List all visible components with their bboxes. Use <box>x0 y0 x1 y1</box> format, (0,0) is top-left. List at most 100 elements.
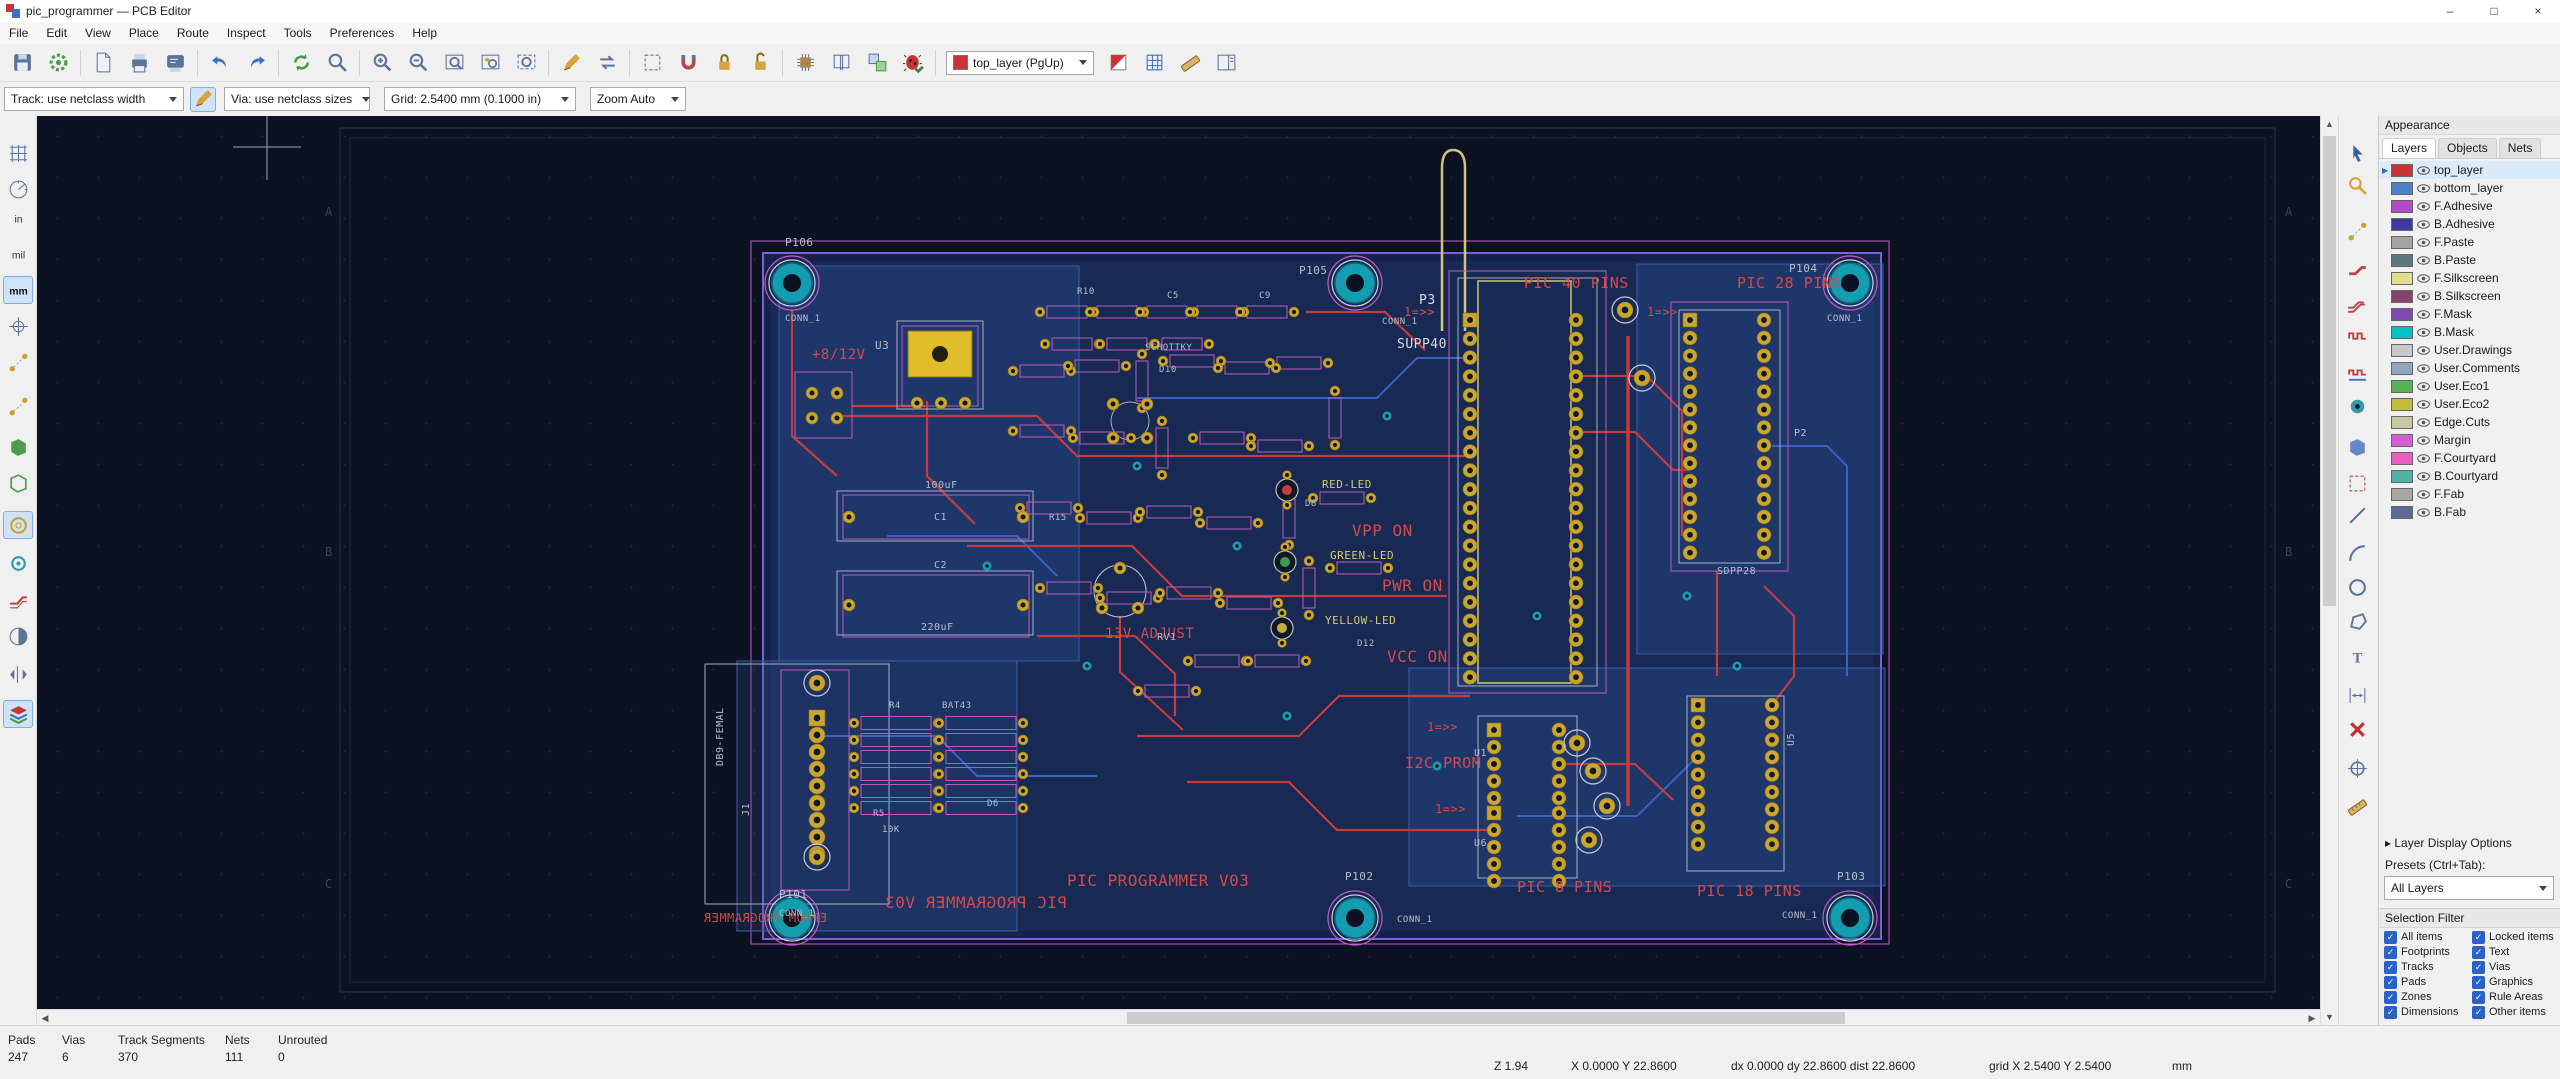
route-tracks-tool[interactable] <box>2342 253 2372 281</box>
layer-row-F.Courtyard[interactable]: F.Courtyard <box>2379 449 2560 467</box>
high-contrast-toggle[interactable] <box>3 622 33 650</box>
filter-dimensions[interactable]: ✓Dimensions <box>2384 1006 2472 1018</box>
close-button[interactable]: × <box>2516 0 2560 22</box>
checkbox[interactable]: ✓ <box>2384 946 2397 959</box>
layer-display-options[interactable]: ▸ Layer Display Options <box>2385 836 2512 850</box>
layer-color-swatch[interactable] <box>2391 488 2413 501</box>
layer-color-swatch[interactable] <box>2391 452 2413 465</box>
filter-locked-items[interactable]: ✓Locked items <box>2472 931 2560 943</box>
refresh-button[interactable] <box>284 47 318 79</box>
visibility-eye-icon[interactable] <box>2417 200 2430 213</box>
units-mils[interactable]: mil <box>3 240 33 268</box>
checkbox[interactable]: ✓ <box>2384 976 2397 989</box>
layer-color-swatch[interactable] <box>2391 164 2413 177</box>
layer-color-swatch[interactable] <box>1101 47 1135 79</box>
presets-dropdown[interactable]: All Layers <box>2384 876 2554 900</box>
checkbox[interactable]: ✓ <box>2472 931 2485 944</box>
checkbox[interactable]: ✓ <box>2472 976 2485 989</box>
zone-outline-mode[interactable] <box>3 469 33 497</box>
layer-row-F.Adhesive[interactable]: F.Adhesive <box>2379 197 2560 215</box>
visibility-eye-icon[interactable] <box>2417 308 2430 321</box>
unlock-button[interactable] <box>743 47 777 79</box>
layer-color-swatch[interactable] <box>2391 272 2413 285</box>
layer-color-swatch[interactable] <box>2391 344 2413 357</box>
grid-settings-button[interactable] <box>1137 47 1171 79</box>
panels-toggle-button[interactable] <box>1209 47 1243 79</box>
visibility-eye-icon[interactable] <box>2417 452 2430 465</box>
visibility-eye-icon[interactable] <box>2417 218 2430 231</box>
filter-pads[interactable]: ✓Pads <box>2384 976 2472 988</box>
draw-arc-tool[interactable] <box>2342 539 2372 567</box>
layer-row-User.Eco2[interactable]: User.Eco2 <box>2379 395 2560 413</box>
measure-ruler-button[interactable] <box>1173 47 1207 79</box>
layer-color-swatch[interactable] <box>2391 290 2413 303</box>
visibility-eye-icon[interactable] <box>2417 344 2430 357</box>
layer-row-B.Fab[interactable]: B.Fab <box>2379 503 2560 521</box>
filter-tracks[interactable]: ✓Tracks <box>2384 961 2472 973</box>
redo-button[interactable] <box>239 47 273 79</box>
curved-ratsnest-toggle[interactable] <box>3 392 33 420</box>
units-inches[interactable]: in <box>3 204 33 232</box>
layer-color-swatch[interactable] <box>2391 254 2413 267</box>
horizontal-scrollbar[interactable]: ◀ ▶ <box>37 1009 2320 1025</box>
scroll-up-arrow[interactable]: ▲ <box>2323 116 2336 132</box>
find-button[interactable] <box>320 47 354 79</box>
layer-color-swatch[interactable] <box>2391 416 2413 429</box>
layer-row-F.Paste[interactable]: F.Paste <box>2379 233 2560 251</box>
update-pcb-button[interactable] <box>860 47 894 79</box>
layer-row-User.Drawings[interactable]: User.Drawings <box>2379 341 2560 359</box>
tab-layers[interactable]: Layers <box>2382 138 2436 158</box>
visibility-eye-icon[interactable] <box>2417 398 2430 411</box>
library-browser-button[interactable] <box>824 47 858 79</box>
layer-row-B.Paste[interactable]: B.Paste <box>2379 251 2560 269</box>
draw-polygon-tool[interactable] <box>2342 607 2372 635</box>
layer-row-F.Silkscreen[interactable]: F.Silkscreen <box>2379 269 2560 287</box>
edit-track-button[interactable] <box>554 47 588 79</box>
layer-color-swatch[interactable] <box>2391 200 2413 213</box>
horizontal-scroll-thumb[interactable] <box>1127 1012 1845 1024</box>
visibility-eye-icon[interactable] <box>2417 470 2430 483</box>
menu-place[interactable]: Place <box>120 22 168 44</box>
visibility-eye-icon[interactable] <box>2417 272 2430 285</box>
set-origin-tool[interactable] <box>2342 754 2372 782</box>
layer-color-swatch[interactable] <box>2391 380 2413 393</box>
filter-footprints[interactable]: ✓Footprints <box>2384 946 2472 958</box>
filter-text[interactable]: ✓Text <box>2472 946 2560 958</box>
layer-row-top_layer[interactable]: ▶top_layer <box>2379 161 2560 179</box>
units-mm[interactable]: mm <box>3 276 33 304</box>
scroll-right-arrow[interactable]: ▶ <box>2306 1010 2318 1026</box>
visibility-eye-icon[interactable] <box>2417 290 2430 303</box>
layer-row-Edge.Cuts[interactable]: Edge.Cuts <box>2379 413 2560 431</box>
checkbox[interactable]: ✓ <box>2384 961 2397 974</box>
layer-color-swatch[interactable] <box>2391 326 2413 339</box>
zoom-dropdown[interactable]: Zoom Auto <box>590 87 686 111</box>
visibility-eye-icon[interactable] <box>2417 182 2430 195</box>
visibility-eye-icon[interactable] <box>2417 506 2430 519</box>
visibility-eye-icon[interactable] <box>2417 488 2430 501</box>
footprint-editor-button[interactable] <box>788 47 822 79</box>
layer-color-swatch[interactable] <box>2391 398 2413 411</box>
layer-row-B.Silkscreen[interactable]: B.Silkscreen <box>2379 287 2560 305</box>
tab-nets[interactable]: Nets <box>2499 138 2542 158</box>
layer-row-User.Eco1[interactable]: User.Eco1 <box>2379 377 2560 395</box>
layer-color-swatch[interactable] <box>2391 236 2413 249</box>
highlight-net-tool[interactable] <box>2342 171 2372 199</box>
menu-route[interactable]: Route <box>168 22 218 44</box>
minimize-button[interactable]: – <box>2428 0 2472 22</box>
zone-fill-mode[interactable] <box>3 433 33 461</box>
undo-button[interactable] <box>203 47 237 79</box>
lock-button[interactable] <box>707 47 741 79</box>
layer-color-swatch[interactable] <box>2391 182 2413 195</box>
layer-row-B.Courtyard[interactable]: B.Courtyard <box>2379 467 2560 485</box>
layer-color-swatch[interactable] <box>2391 434 2413 447</box>
add-dimension-tool[interactable] <box>2342 681 2372 709</box>
scroll-down-arrow[interactable]: ▼ <box>2323 1009 2336 1025</box>
board-setup-button[interactable] <box>41 47 75 79</box>
menu-preferences[interactable]: Preferences <box>321 22 404 44</box>
layer-row-bottom_layer[interactable]: bottom_layer <box>2379 179 2560 197</box>
filter-other-items[interactable]: ✓Other items <box>2472 1006 2560 1018</box>
filter-rule-areas[interactable]: ✓Rule Areas <box>2472 991 2560 1003</box>
filter-zones[interactable]: ✓Zones <box>2384 991 2472 1003</box>
checkbox[interactable]: ✓ <box>2384 991 2397 1004</box>
visibility-eye-icon[interactable] <box>2417 434 2430 447</box>
